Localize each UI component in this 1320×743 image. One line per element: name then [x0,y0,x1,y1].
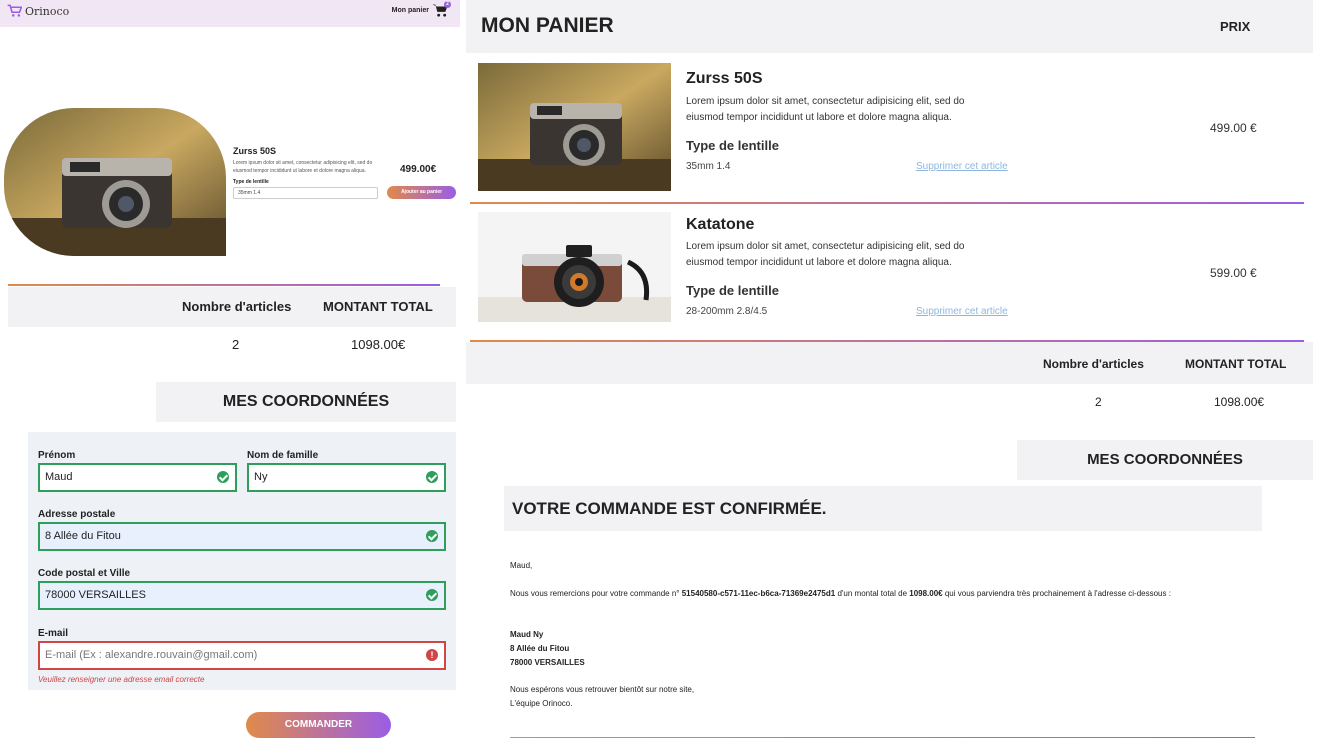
address-name: Maud Ny [510,630,544,639]
remove-item-link[interactable]: Supprimer cet article [916,161,1008,172]
cart-title: MON PANIER [481,14,614,37]
item-price: 499.00 € [1210,121,1257,135]
address-street: 8 Allée du Fitou [510,644,570,653]
confirmation-header: VOTRE COMMANDE EST CONFIRMÉE. [504,486,1262,531]
address-label: Adresse postale [38,509,116,520]
item-lens-value: 28-200mm 2.8/4.5 [686,306,768,317]
item-lens-value: 35mm 1.4 [686,161,731,172]
cart-icon: 2 [432,1,451,18]
item-name: Katatone [686,216,755,233]
address-value: 8 Allée du Fitou [45,530,121,542]
totals-header: Nombre d'articles MONTANT TOTAL [466,342,1313,384]
zip-city-value: 78000 VERSAILLES [45,589,146,601]
totals-header: Nombre d'articles MONTANT TOTAL [8,287,456,327]
last-name-value: Ny [254,471,268,483]
remove-item-link[interactable]: Supprimer cet article [916,306,1008,317]
logo-text: Orinoco [25,4,70,18]
zip-city-field[interactable]: 78000 VERSAILLES [38,581,446,610]
item-camera-image [478,63,671,191]
product-camera-image [4,108,226,256]
navbar: Orinoco Mon panier 2 [0,0,460,27]
cart-header: MON PANIER PRIX [466,0,1313,53]
valid-check-icon [426,589,438,601]
error-alert-icon: ! [426,649,438,661]
item-lens-label: Type de lentille [686,138,779,153]
email-field[interactable]: E-mail (Ex : alexandre.rouvain@gmail.com… [38,641,446,670]
item-count-value: 2 [232,337,240,352]
confirmation-greeting: Maud, [510,561,533,570]
confirmation-title: VOTRE COMMANDE EST CONFIRMÉE. [512,499,827,518]
cart-count-badge: 2 [444,1,451,8]
valid-check-icon [217,471,229,483]
total-amount-header: MONTANT TOTAL [323,299,433,314]
divider [8,284,440,286]
total-amount-value: 1098.00€ [351,337,406,352]
zip-city-label: Code postal et Ville [38,568,131,579]
nav-cart-label: Mon panier [391,7,429,14]
lens-select[interactable]: 35mm 1.4 [233,187,378,199]
item-description: Lorem ipsum dolor sit amet, consectetur … [686,96,965,123]
email-label: E-mail [38,628,69,639]
confirmation-message: Nous vous remercions pour votre commande… [510,587,1250,601]
item-camera-image [478,212,671,322]
item-count-value: 2 [1095,395,1102,409]
closing-line-2: L'équipe Orinoco. [510,699,573,708]
first-name-label: Prénom [38,450,76,461]
last-name-label: Nom de famille [247,450,319,461]
coords-title: MES COORDONNÉES [156,382,456,422]
item-name: Zurss 50S [686,70,763,87]
item-lens-label: Type de lentille [686,283,779,298]
item-description: Lorem ipsum dolor sit amet, consectetur … [686,241,965,268]
closing-line-1: Nous espérons vous retrouver bientôt sur… [510,685,695,694]
product-page-panel: Orinoco Mon panier 2 Zurss 50S Lorem ips… [0,0,462,743]
valid-check-icon [426,530,438,542]
order-button[interactable]: COMMANDER [246,712,391,738]
thanks-text-2: d'un montal total de [837,589,908,598]
email-placeholder: E-mail (Ex : alexandre.rouvain@gmail.com… [45,649,258,661]
lens-label: Type de lentille [233,179,269,185]
divider [510,737,1255,738]
closing-message: Nous espérons vous retrouver bientôt sur… [510,683,694,711]
coords-title: MES COORDONNÉES [1017,440,1313,480]
divider [470,202,1304,204]
cart-item: Zurss 50S Lorem ipsum dolor sit amet, co… [466,63,1313,203]
total-amount-header: MONTANT TOTAL [1185,357,1287,371]
address-field[interactable]: 8 Allée du Fitou [38,522,446,551]
shopping-cart-logo-icon [7,4,22,17]
first-name-value: Maud [45,471,73,483]
last-name-field[interactable]: Ny [247,463,446,492]
order-total: 1098.00€ [909,589,943,598]
order-id: 51540580-c571-11ec-b6ca-71369e2475d1 [681,589,836,598]
add-to-cart-button[interactable]: Ajouter au panier [387,186,456,199]
product-info: Zurss 50S Lorem ipsum dolor sit amet, co… [233,146,381,199]
address-city: 78000 VERSAILLES [510,658,585,667]
total-amount-value: 1098.00€ [1214,395,1265,409]
logo[interactable]: Orinoco [7,4,69,18]
cart-confirmation-panel: MON PANIER PRIX Zurss 50S Lorem ipsum do… [466,0,1320,743]
product-description: Lorem ipsum dolor sit amet, consectetur … [233,160,373,174]
item-price: 599.00 € [1210,266,1257,280]
email-error-message: Veuillez renseigner une adresse email co… [38,675,205,684]
valid-check-icon [426,471,438,483]
thanks-text-1: Nous vous remercions pour votre commande… [510,589,680,598]
delivery-address: Maud Ny 8 Allée du Fitou 78000 VERSAILLE… [510,628,585,670]
price-header: PRIX [1220,19,1251,34]
product-title: Zurss 50S [233,146,277,156]
item-count-header: Nombre d'articles [1043,357,1144,371]
thanks-text-3: qui vous parviendra très prochainement à… [944,589,1171,598]
first-name-field[interactable]: Maud [38,463,237,492]
nav-cart-link[interactable]: Mon panier 2 [391,1,451,18]
cart-item: Katatone Lorem ipsum dolor sit amet, con… [466,212,1313,352]
product-price: 499.00€ [400,164,437,175]
item-count-header: Nombre d'articles [182,299,292,314]
product-card: Zurss 50S Lorem ipsum dolor sit amet, co… [4,108,460,256]
